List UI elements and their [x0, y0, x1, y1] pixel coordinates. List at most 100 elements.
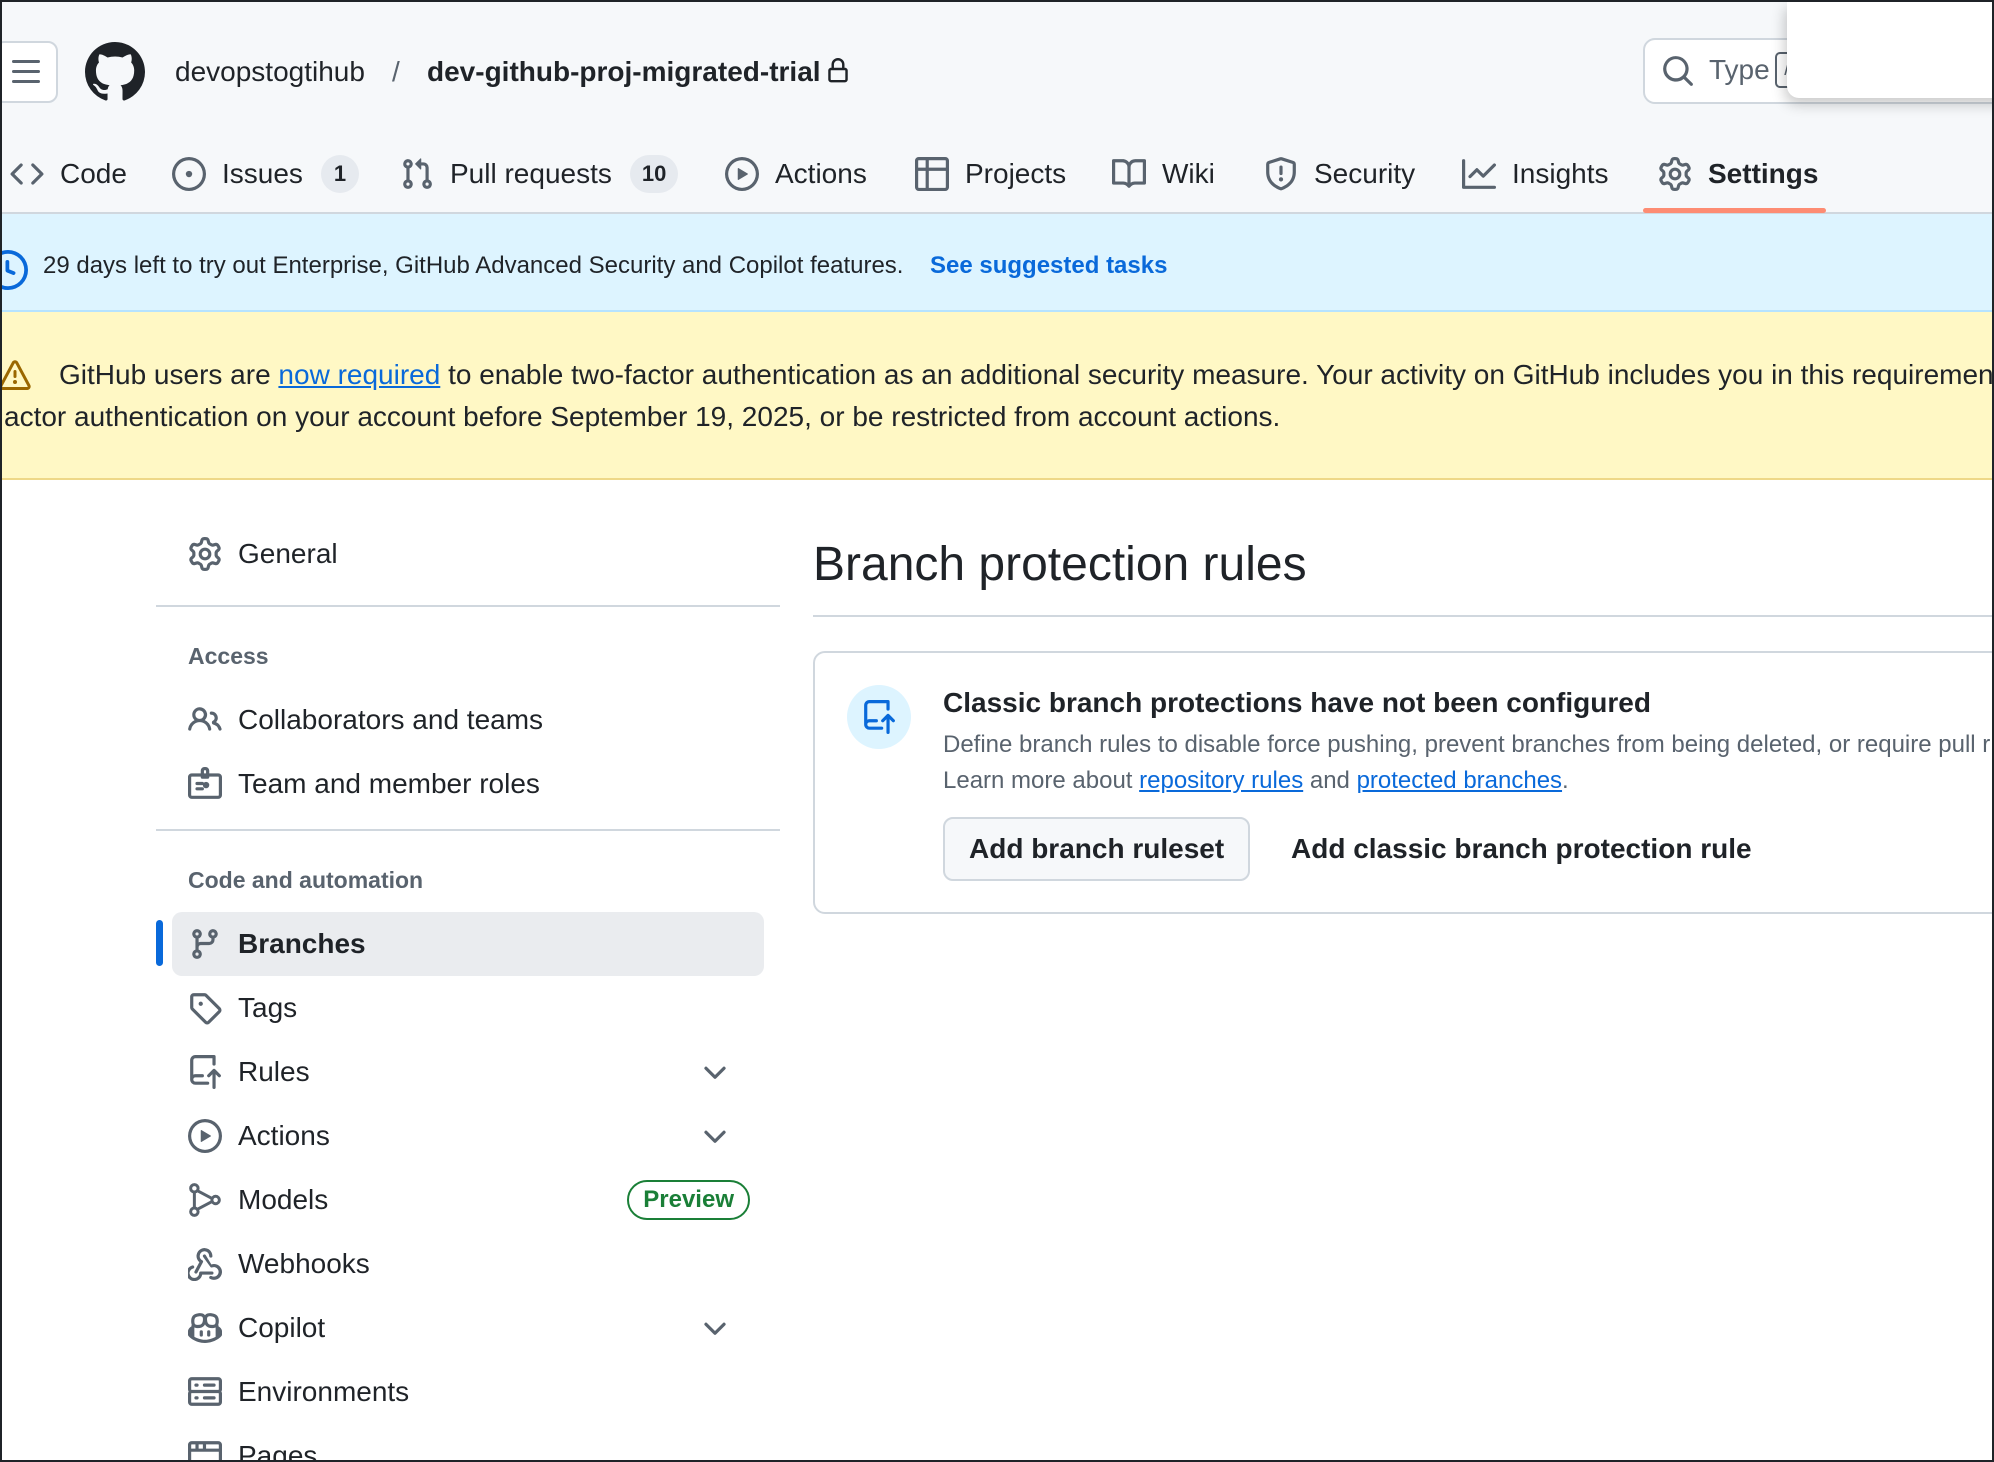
tab-insights[interactable]: Insights	[1462, 148, 1609, 200]
sidebar-item-environments[interactable]: Environments	[172, 1360, 764, 1424]
tab-label: Wiki	[1162, 158, 1215, 189]
pull-requests-count-badge: 10	[629, 155, 679, 193]
ai-model-icon	[189, 1183, 221, 1217]
repo-push-icon	[864, 700, 895, 734]
tab-security[interactable]: Security	[1264, 148, 1415, 200]
tab-label: Projects	[965, 158, 1067, 189]
add-branch-ruleset-button[interactable]: Add branch ruleset	[943, 817, 1251, 881]
sidebar-item-collaborators[interactable]: Collaborators and teams	[172, 688, 764, 752]
sidebar-heading-code-automation: Code and automation	[188, 867, 424, 893]
trial-banner-text: 29 days left to try out Enterprise, GitH…	[43, 252, 904, 279]
tab-label: Issues	[222, 158, 303, 189]
server-icon	[188, 1377, 222, 1406]
title-divider	[813, 615, 1992, 617]
git-pull-request-icon	[403, 158, 432, 189]
sidebar-item-label: Rules	[238, 1056, 310, 1087]
webhook-icon	[188, 1248, 222, 1281]
card-title: Classic branch protections have not been…	[943, 687, 1651, 718]
browser-icon	[188, 1441, 222, 1460]
tab-actions[interactable]: Actions	[725, 148, 867, 200]
tab-label: Actions	[775, 158, 867, 189]
protected-branches-link[interactable]: protected branches	[1357, 767, 1562, 794]
sidebar-item-label: Actions	[238, 1120, 330, 1151]
tab-wiki[interactable]: Wiki	[1112, 148, 1215, 200]
play-icon	[725, 157, 759, 191]
git-branch-icon	[192, 929, 218, 959]
sidebar-item-label: Branches	[238, 928, 366, 959]
clock-icon	[2, 250, 28, 290]
learn-more-suffix: .	[1562, 767, 1569, 794]
card-icon-container	[847, 685, 911, 749]
table-icon	[915, 157, 949, 191]
sidebar-item-label: Webhooks	[238, 1248, 370, 1279]
sidebar-active-indicator	[156, 920, 163, 966]
sidebar-heading-access: Access	[188, 643, 269, 669]
learn-more-and: and	[1303, 767, 1357, 794]
warning-text-suffix: to enable two-factor authentication as a…	[440, 359, 1994, 390]
sidebar-item-label: Team and member roles	[238, 768, 540, 799]
breadcrumb-separator: /	[392, 56, 400, 87]
lock-icon	[828, 58, 848, 83]
warning-text-prefix: GitHub users are	[59, 359, 279, 390]
selected-tab-indicator	[1643, 208, 1826, 213]
people-icon	[188, 707, 222, 731]
tab-projects[interactable]: Projects	[915, 148, 1066, 200]
sidebar-divider	[156, 829, 780, 831]
copilot-icon	[188, 1313, 222, 1343]
sidebar-item-label: General	[238, 538, 338, 569]
menu-button[interactable]	[2, 41, 58, 103]
sidebar-item-pages[interactable]: Pages	[172, 1424, 764, 1460]
warning-text-line1: GitHub users are now required to enable …	[59, 355, 1994, 395]
repo-tabs: Code Issues 1 Pull requests 10 Actions P…	[2, 138, 1992, 214]
tab-issues[interactable]: Issues 1	[172, 148, 359, 200]
tab-settings[interactable]: Settings	[1658, 148, 1818, 200]
overlay-popover	[1787, 2, 1992, 98]
sidebar-item-general[interactable]: General	[172, 522, 764, 586]
now-required-link[interactable]: now required	[278, 359, 440, 390]
sidebar-item-webhooks[interactable]: Webhooks	[172, 1232, 764, 1296]
preview-badge: Preview	[627, 1180, 750, 1220]
sidebar-item-copilot[interactable]: Copilot	[172, 1296, 764, 1360]
shield-icon	[1266, 157, 1296, 191]
gear-icon	[1659, 157, 1691, 191]
tab-code[interactable]: Code	[10, 148, 127, 200]
tab-label: Settings	[1708, 158, 1819, 189]
chevron-down-icon[interactable]	[698, 1312, 732, 1346]
search-placeholder: Type	[1709, 54, 1770, 85]
sidebar-item-label: Environments	[238, 1376, 410, 1407]
chevron-down-icon[interactable]	[698, 1120, 732, 1154]
sidebar-item-branches[interactable]: Branches	[172, 912, 764, 976]
two-factor-warning-banner	[2, 312, 1992, 480]
sidebar-item-team-member-roles[interactable]: Team and member roles	[172, 752, 764, 816]
breadcrumb-repo[interactable]: dev-github-proj-migrated-trial	[427, 54, 821, 90]
tab-label: Security	[1314, 158, 1416, 189]
tag-icon	[190, 993, 222, 1025]
repo-header: devopstogtihub / dev-github-proj-migrate…	[2, 2, 1992, 214]
sidebar-item-label: Models	[238, 1184, 329, 1215]
issues-count-badge: 1	[320, 155, 359, 193]
code-icon	[10, 163, 44, 185]
sidebar-divider	[156, 605, 780, 607]
card-learn-more: Learn more about repository rules and pr…	[943, 765, 1569, 797]
tab-label: Code	[60, 158, 127, 189]
chevron-down-icon[interactable]	[698, 1056, 732, 1090]
play-icon	[188, 1119, 222, 1153]
tab-pull-requests[interactable]: Pull requests 10	[400, 148, 679, 200]
book-icon	[1112, 159, 1146, 188]
see-suggested-tasks-link[interactable]: See suggested tasks	[930, 250, 1167, 282]
sidebar-item-actions[interactable]: Actions	[172, 1104, 764, 1168]
card-description: Define branch rules to disable force pus…	[943, 731, 1991, 758]
sidebar-item-tags[interactable]: Tags	[172, 976, 764, 1040]
github-logo-icon[interactable]	[85, 42, 145, 102]
repo-push-icon	[190, 1055, 221, 1089]
issue-opened-icon	[172, 157, 206, 191]
breadcrumb-owner[interactable]: devopstogtihub	[175, 54, 365, 90]
add-classic-branch-protection-rule-button[interactable]: Add classic branch protection rule	[1277, 817, 1766, 881]
graph-icon	[1462, 159, 1496, 189]
sidebar-item-rules[interactable]: Rules	[172, 1040, 764, 1104]
sidebar-item-models[interactable]: Models Preview	[172, 1168, 764, 1232]
gear-icon	[189, 537, 221, 571]
repository-rules-link[interactable]: repository rules	[1139, 767, 1303, 794]
sidebar-item-label: Collaborators and teams	[238, 704, 544, 735]
alert-icon	[2, 360, 31, 390]
